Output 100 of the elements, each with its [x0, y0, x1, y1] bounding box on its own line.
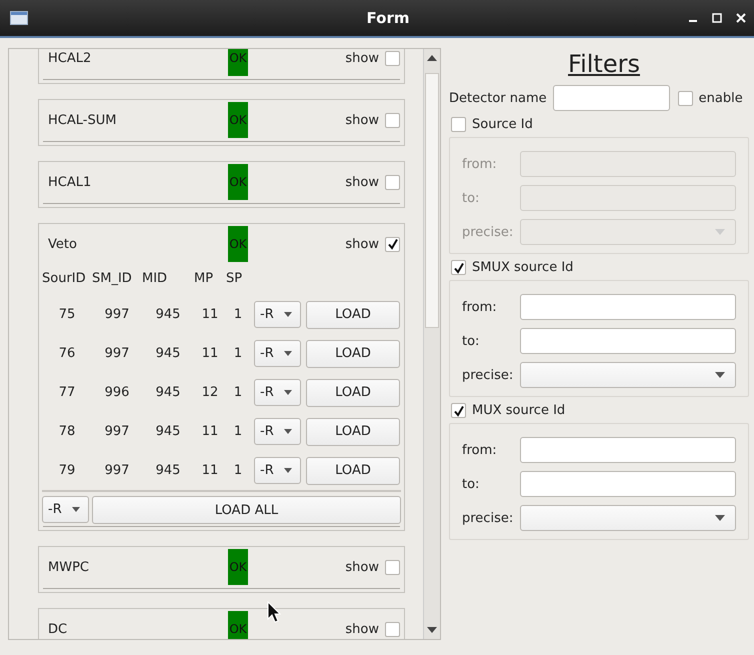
load-button[interactable]: LOAD [306, 340, 400, 368]
table-cell-text: 996 [104, 385, 130, 400]
show-label: show [345, 50, 379, 66]
show-checkbox[interactable] [385, 50, 400, 66]
field-label: from: [462, 156, 498, 172]
table-cell-text: 945 [154, 307, 182, 322]
table-cell-text: 11 [200, 463, 220, 478]
caret-icon [715, 372, 725, 378]
column-header: SP [226, 270, 244, 286]
table-cell-text: 75 [58, 307, 76, 322]
mode-dropdown[interactable]: -R [254, 301, 301, 328]
precise-dropdown[interactable] [520, 219, 736, 245]
input-field[interactable] [520, 294, 736, 320]
enable-label: enable [698, 90, 743, 106]
load-all-button[interactable]: LOAD ALL [92, 496, 401, 524]
show-label: show [345, 174, 379, 190]
table-cell-text: 1 [232, 385, 244, 400]
table-cell-text: 77 [58, 385, 76, 400]
maximize-icon[interactable] [712, 13, 722, 23]
caret-icon [284, 312, 292, 317]
table-cell-text: 1 [232, 346, 244, 361]
detector-name: HCAL1 [48, 174, 92, 190]
field-label: from: [462, 442, 498, 458]
table-cell-text: 1 [232, 307, 244, 322]
detector-name-label: Detector name [449, 90, 547, 106]
close-icon[interactable] [736, 13, 746, 23]
caret-icon [284, 351, 292, 356]
table-cell-text: 1 [232, 424, 244, 439]
status-indicator: OK [228, 611, 248, 639]
table-cell-text: 79 [58, 463, 76, 478]
mode-dropdown[interactable]: -R [254, 418, 301, 445]
show-checkbox[interactable] [385, 112, 400, 128]
load-button[interactable]: LOAD [306, 456, 400, 484]
mode-dropdown[interactable]: -R [254, 457, 301, 484]
column-header: MID [142, 270, 168, 286]
caret-icon [715, 229, 725, 235]
precise-dropdown[interactable] [520, 505, 736, 531]
show-checkbox[interactable] [385, 174, 400, 190]
table-cell-text: 12 [200, 385, 220, 400]
field-label: to: [462, 190, 480, 206]
field-label: precise: [462, 368, 514, 382]
load-button[interactable]: LOAD [306, 418, 400, 446]
precise-dropdown[interactable] [520, 362, 736, 388]
caret-icon [72, 507, 80, 512]
show-checkbox[interactable] [385, 236, 400, 252]
table-cell-text: 11 [200, 424, 220, 439]
caret-icon [284, 429, 292, 434]
window-icon [10, 11, 28, 25]
show-label: show [345, 236, 379, 252]
field-label: precise: [462, 224, 514, 240]
show-label: show [345, 560, 379, 574]
field-label: to: [462, 476, 480, 492]
detector-name-field[interactable] [552, 85, 670, 111]
mode-dropdown[interactable]: -R [254, 340, 301, 367]
input-field[interactable] [520, 328, 736, 354]
detector-name: HCAL2 [48, 50, 92, 66]
status-indicator: OK [228, 164, 248, 200]
table-cell-text: 11 [200, 307, 220, 322]
scroll-up-icon[interactable] [427, 55, 438, 61]
show-checkbox[interactable] [385, 560, 400, 574]
load-button[interactable]: LOAD [306, 378, 400, 406]
field-label: to: [462, 334, 480, 348]
group-label: Source Id [472, 117, 533, 132]
status-indicator: OK [228, 226, 248, 262]
detector-name: Veto [48, 236, 78, 252]
table-cell-text: 945 [154, 346, 182, 361]
status-indicator: OK [228, 549, 248, 585]
column-header: MP [194, 270, 214, 286]
scroll-down-icon[interactable] [427, 627, 438, 633]
enable-checkbox[interactable] [678, 90, 693, 106]
group-label: SMUX source Id [472, 260, 574, 275]
detector-name: MWPC [48, 560, 90, 574]
caret-icon [284, 390, 292, 395]
table-cell-text: 78 [58, 424, 76, 439]
group-checkbox[interactable] [451, 403, 466, 418]
caret-icon [284, 468, 292, 473]
caret-icon [715, 515, 725, 521]
mode-dropdown[interactable]: -R [42, 496, 89, 523]
filters-heading: Filters [568, 50, 640, 78]
show-checkbox[interactable] [385, 622, 400, 636]
table-cell-text: 76 [58, 346, 76, 361]
table-cell-text: 1 [232, 463, 244, 478]
scroll-thumb[interactable] [425, 73, 440, 328]
table-cell-text: 997 [104, 307, 130, 322]
show-label: show [345, 112, 379, 128]
mouse-pointer-icon [267, 601, 281, 623]
status-indicator: OK [228, 102, 248, 138]
detector-name: DC [48, 622, 68, 636]
mode-dropdown[interactable]: -R [254, 379, 301, 406]
input-field[interactable] [520, 471, 736, 497]
group-checkbox[interactable] [451, 117, 466, 132]
table-cell-text: 997 [104, 346, 130, 361]
input-field[interactable] [520, 437, 736, 463]
table-cell-text: 945 [154, 463, 182, 478]
column-header: SourID [42, 270, 87, 286]
table-cell-text: 945 [154, 385, 182, 400]
group-checkbox[interactable] [451, 260, 466, 275]
field-label: from: [462, 300, 498, 314]
column-header: SM_ID [92, 270, 133, 286]
load-button[interactable]: LOAD [306, 300, 400, 328]
